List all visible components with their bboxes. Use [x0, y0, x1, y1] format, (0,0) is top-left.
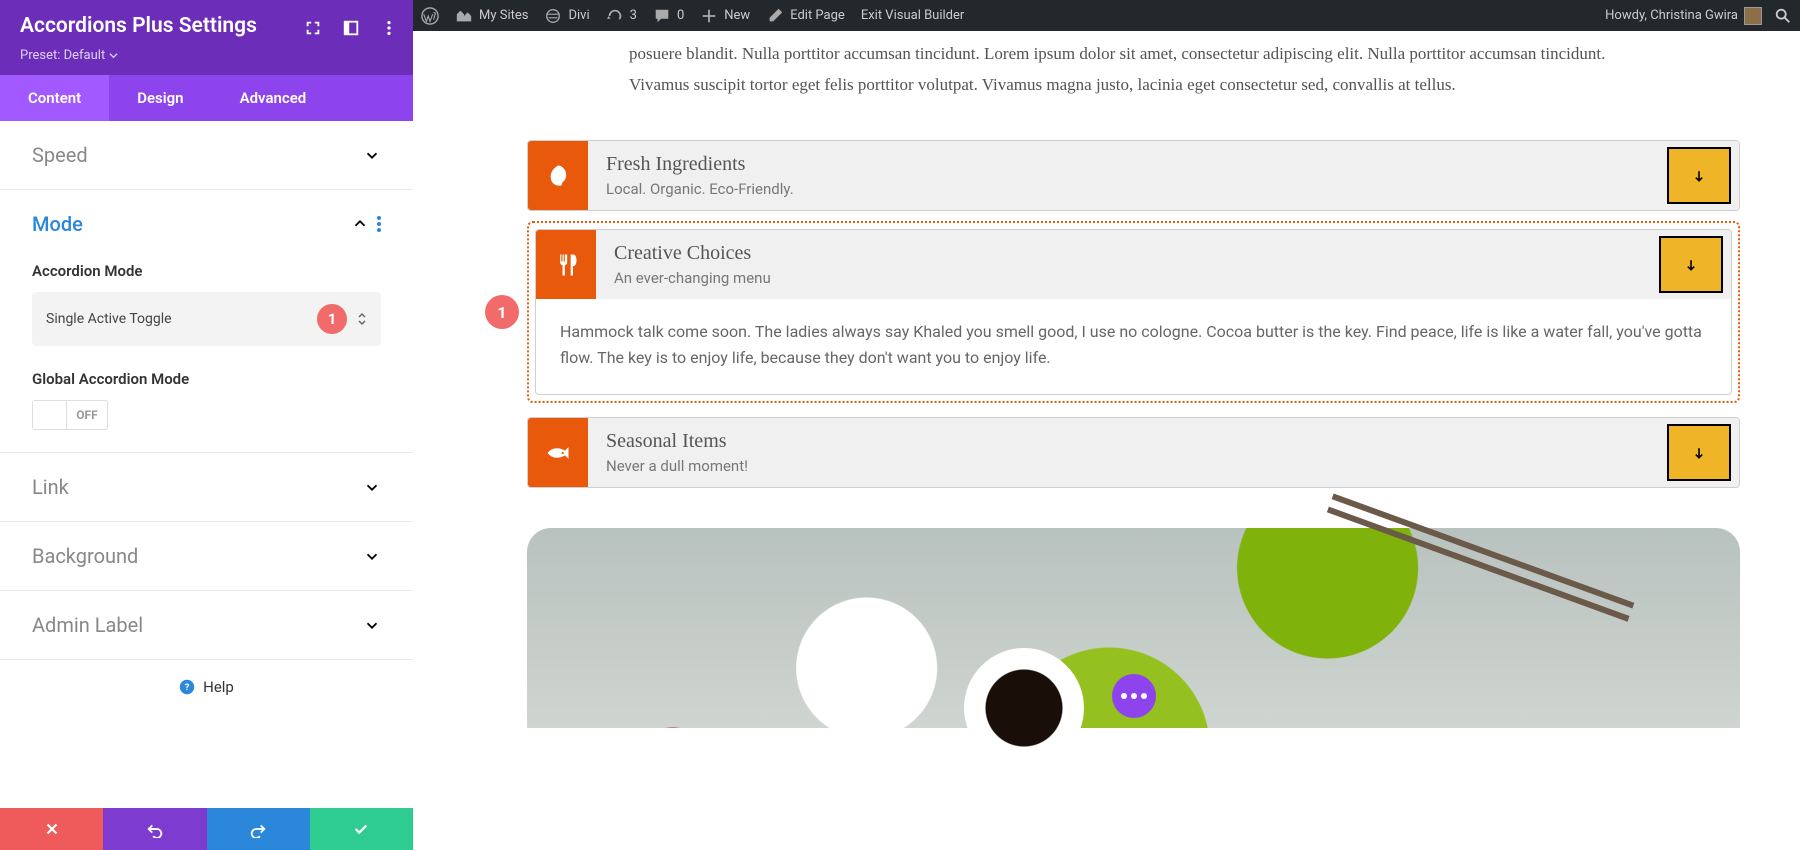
- tab-content[interactable]: Content: [0, 75, 109, 121]
- new-label: New: [724, 8, 750, 23]
- user-account-link[interactable]: Howdy, Christina Gwira: [1605, 7, 1762, 25]
- updates-count: 3: [630, 8, 637, 23]
- module-fab-button[interactable]: [1112, 674, 1156, 718]
- panel-tabs: Content Design Advanced: [0, 75, 413, 121]
- chevron-up-icon: [351, 215, 369, 233]
- section-link: Link: [0, 453, 413, 522]
- edit-page-link[interactable]: Edit Page: [766, 7, 845, 25]
- exit-vb-label: Exit Visual Builder: [861, 8, 964, 23]
- chevron-down-icon: [363, 616, 381, 634]
- accordion-toggle-button[interactable]: [1667, 424, 1731, 481]
- utensils-icon: [536, 230, 596, 299]
- wp-admin-bar: My Sites Divi 3 0 New Edit Page Exit Vis…: [413, 0, 1800, 31]
- arrow-down-icon: [1683, 257, 1699, 273]
- accordion-item: Creative Choices An ever-changing menu H…: [535, 229, 1732, 395]
- section-link-toggle[interactable]: Link: [32, 475, 381, 499]
- settings-panel: Accordions Plus Settings Preset: Default…: [0, 0, 413, 850]
- select-arrows-icon: [357, 312, 367, 326]
- wp-logo[interactable]: [421, 7, 439, 25]
- arrow-down-icon: [1691, 168, 1707, 184]
- accordion-list: Fresh Ingredients Local. Organic. Eco-Fr…: [527, 140, 1740, 728]
- site-link[interactable]: Divi: [544, 7, 589, 25]
- section-admin-label-toggle[interactable]: Admin Label: [32, 613, 381, 637]
- admin-search-button[interactable]: [1774, 7, 1792, 25]
- leaf-icon: [528, 141, 588, 210]
- exit-visual-builder-link[interactable]: Exit Visual Builder: [861, 8, 964, 23]
- callout-badge-1: 1: [317, 304, 347, 334]
- my-sites-link[interactable]: My Sites: [455, 7, 528, 25]
- accordion-toggle-button[interactable]: [1667, 147, 1731, 204]
- accordion-item: Fresh Ingredients Local. Organic. Eco-Fr…: [527, 140, 1740, 211]
- accordion-mode-label: Accordion Mode: [32, 262, 381, 280]
- accordion-item: Seasonal Items Never a dull moment!: [527, 417, 1740, 488]
- new-link[interactable]: New: [700, 7, 750, 25]
- accordion-header[interactable]: Seasonal Items Never a dull moment!: [528, 418, 1739, 487]
- accordion-mode-select[interactable]: Single Active Toggle 1: [32, 292, 381, 346]
- accordion-header[interactable]: Fresh Ingredients Local. Organic. Eco-Fr…: [528, 141, 1739, 210]
- panel-header: Accordions Plus Settings Preset: Default: [0, 0, 413, 75]
- tab-advanced[interactable]: Advanced: [212, 75, 335, 121]
- expand-icon[interactable]: [301, 16, 325, 40]
- panel-menu-icon[interactable]: [377, 16, 401, 40]
- comments-count: 0: [677, 8, 684, 23]
- arrow-down-icon: [1691, 445, 1707, 461]
- accordion-subtitle: Never a dull moment!: [606, 457, 1641, 475]
- howdy-label: Howdy, Christina Gwira: [1605, 8, 1738, 23]
- help-icon: ?: [179, 679, 195, 695]
- global-mode-toggle[interactable]: OFF: [32, 400, 108, 430]
- fish-icon: [528, 418, 588, 487]
- comments-link[interactable]: 0: [653, 7, 684, 25]
- svg-text:?: ?: [185, 682, 190, 693]
- accordion-subtitle: An ever-changing menu: [614, 269, 1633, 287]
- my-sites-label: My Sites: [479, 8, 528, 23]
- cancel-button[interactable]: [0, 808, 103, 850]
- help-link[interactable]: ? Help: [0, 660, 413, 714]
- section-speed: Speed: [0, 121, 413, 190]
- section-menu-icon[interactable]: [377, 216, 381, 232]
- accordion-title: Creative Choices: [614, 242, 1633, 265]
- soy-bowl-graphic: [964, 648, 1084, 768]
- updates-link[interactable]: 3: [606, 7, 637, 25]
- accordion-header[interactable]: Creative Choices An ever-changing menu: [536, 230, 1731, 299]
- global-mode-label: Global Accordion Mode: [32, 370, 381, 388]
- user-avatar: [1744, 7, 1762, 25]
- snap-icon[interactable]: [339, 16, 363, 40]
- section-mode-toggle[interactable]: Mode: [32, 212, 381, 236]
- section-mode: Mode Accordion Mode Single Active Toggle…: [0, 190, 413, 453]
- site-name-label: Divi: [568, 8, 589, 23]
- accordion-item-highlighted: 1 Creative Choices An ever-changing menu: [527, 221, 1740, 403]
- chevron-down-icon: [363, 547, 381, 565]
- section-admin-label: Admin Label: [0, 591, 413, 660]
- section-speed-toggle[interactable]: Speed: [32, 143, 381, 167]
- chopsticks-graphic: [1332, 494, 1635, 609]
- edit-page-label: Edit Page: [790, 8, 845, 23]
- accordion-subtitle: Local. Organic. Eco-Friendly.: [606, 180, 1641, 198]
- save-button[interactable]: [310, 808, 413, 850]
- accordion-title: Seasonal Items: [606, 430, 1641, 453]
- redo-button[interactable]: [207, 808, 310, 850]
- page-preview: posuere blandit. Nulla porttitor accumsa…: [413, 31, 1800, 850]
- accordion-body: Hammock talk come soon. The ladies alway…: [536, 299, 1731, 394]
- section-background-toggle[interactable]: Background: [32, 544, 381, 568]
- preset-selector[interactable]: Preset: Default: [20, 48, 118, 63]
- chevron-down-icon: [363, 478, 381, 496]
- intro-paragraph: posuere blandit. Nulla porttitor accumsa…: [629, 39, 1629, 100]
- chevron-down-icon: [363, 146, 381, 164]
- callout-badge-preview: 1: [485, 295, 519, 329]
- hero-image: [527, 528, 1740, 728]
- undo-button[interactable]: [103, 808, 206, 850]
- accordion-title: Fresh Ingredients: [606, 153, 1641, 176]
- panel-footer: [0, 808, 413, 850]
- section-background: Background: [0, 522, 413, 591]
- panel-body: Speed Mode Accordion Mode Single Active …: [0, 121, 413, 808]
- accordion-toggle-button[interactable]: [1659, 236, 1723, 293]
- toggle-knob: [33, 401, 67, 429]
- tab-design[interactable]: Design: [109, 75, 211, 121]
